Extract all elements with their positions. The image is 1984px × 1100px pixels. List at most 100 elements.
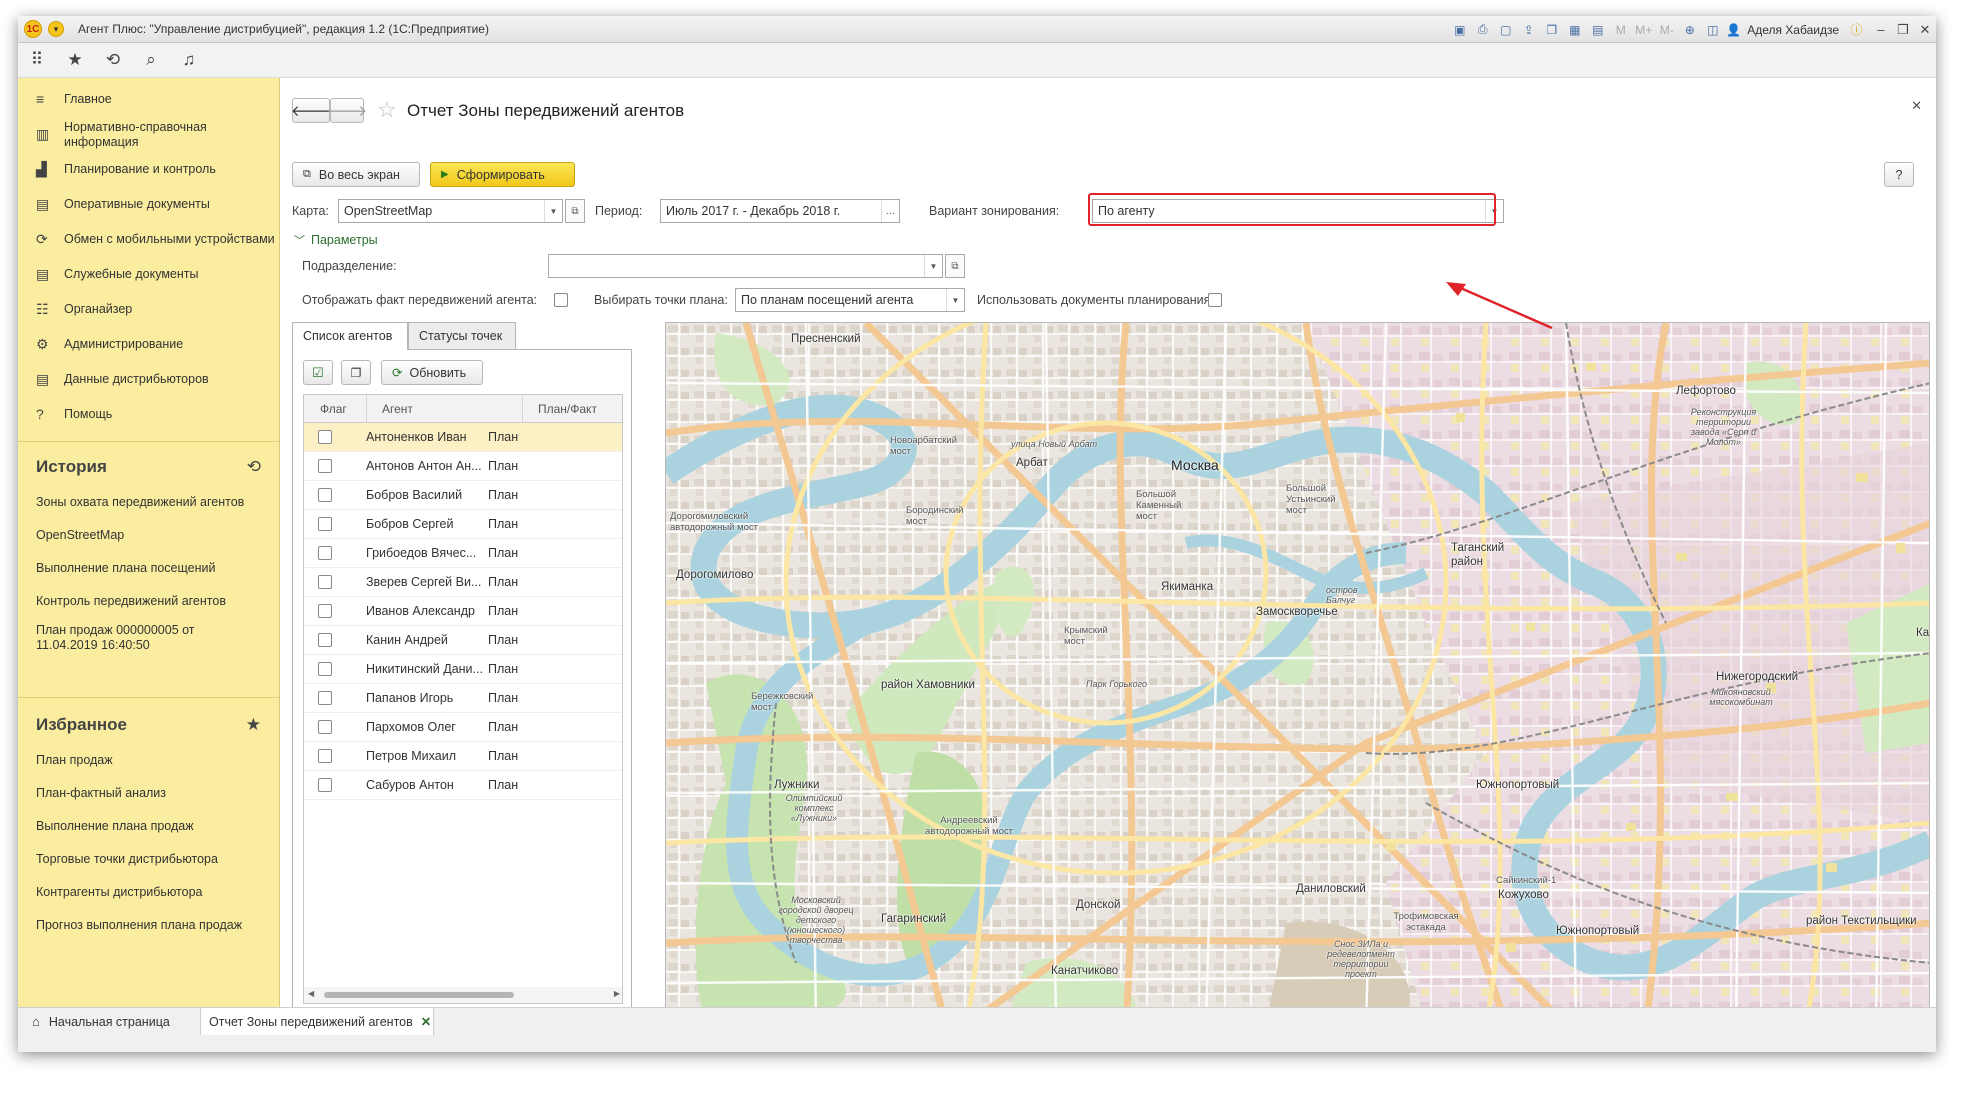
flag-checkbox[interactable] [318, 517, 332, 531]
star-icon[interactable]: ★ [246, 715, 261, 735]
chevron-down-icon[interactable]: ▼ [946, 289, 964, 311]
preview-icon[interactable]: ▢ [1496, 21, 1515, 38]
search-icon[interactable]: ⌕ [132, 43, 170, 78]
sidebar-item-planning[interactable]: ▟ Планирование и контроль [18, 152, 279, 187]
sections-grid-icon[interactable]: ⠿ [18, 43, 56, 78]
table-row[interactable]: Антонов Антон Ан... План [304, 452, 622, 481]
open-map-button[interactable]: ⧉ [565, 199, 585, 223]
fullscreen-button[interactable]: ⧉ Во весь экран [292, 162, 420, 187]
flag-checkbox[interactable] [318, 430, 332, 444]
table-row[interactable]: Иванов Александр План [304, 597, 622, 626]
uncheck-all-button[interactable]: ❐ [341, 360, 371, 385]
scroll-right-icon[interactable]: ▶ [614, 989, 620, 998]
sidebar-item-distributor-data[interactable]: ▤ Данные дистрибьюторов [18, 362, 279, 397]
flag-checkbox[interactable] [318, 720, 332, 734]
sidebar-item-reference[interactable]: ▥ Нормативно-справочная информация [18, 117, 279, 152]
table-row[interactable]: Папанов Игорь План [304, 684, 622, 713]
flag-checkbox[interactable] [318, 488, 332, 502]
column-header[interactable]: Флаг [320, 402, 347, 416]
subdivision-select[interactable]: ▼ [548, 254, 943, 278]
flag-checkbox[interactable] [318, 691, 332, 705]
params-toggle[interactable]: ﹀ Параметры [294, 232, 378, 248]
use-docs-checkbox[interactable] [1208, 293, 1222, 307]
history-item[interactable]: OpenStreetMap [18, 519, 279, 552]
chevron-down-icon[interactable]: ▼ [544, 200, 562, 222]
minimize-button[interactable]: – [1870, 20, 1892, 40]
column-header[interactable]: План/Факт [538, 402, 597, 416]
save-icon[interactable]: ▣ [1450, 21, 1469, 38]
table-row[interactable]: Пархомов Олег План [304, 713, 622, 742]
back-button[interactable]: 🡐 [291, 98, 331, 123]
show-fact-checkbox[interactable] [554, 293, 568, 307]
tab-agents-list[interactable]: Список агентов [292, 322, 408, 350]
info-icon[interactable]: ⓘ [1847, 21, 1866, 38]
sidebar-item-mobile-exchange[interactable]: ⟳ Обмен с мобильными устройствами [18, 222, 279, 257]
sidebar-item-help[interactable]: ? Помощь [18, 397, 279, 432]
favorites-star-icon[interactable]: ★ [56, 43, 94, 78]
sidebar-item-service-docs[interactable]: ▤ Служебные документы [18, 257, 279, 292]
mminus-icon[interactable]: M- [1657, 21, 1676, 38]
favorites-item[interactable]: Прогноз выполнения плана продаж [18, 909, 279, 942]
sidebar-item-admin[interactable]: ⚙ Администрирование [18, 327, 279, 362]
flag-checkbox[interactable] [318, 459, 332, 473]
open-subdivision-button[interactable]: ⧉ [945, 254, 965, 278]
tab-point-statuses[interactable]: Статусы точек [408, 322, 516, 349]
period-ellipsis-button[interactable]: … [881, 200, 899, 222]
favorites-item[interactable]: План-фактный анализ [18, 777, 279, 810]
check-all-button[interactable]: ☑ [303, 360, 333, 385]
table-row[interactable]: Канин Андрей План [304, 626, 622, 655]
table-row[interactable]: Грибоедов Вячес... План [304, 539, 622, 568]
user-name[interactable]: Аделя Хабаидзе [1747, 23, 1839, 37]
bell-icon[interactable]: ♫ [170, 43, 208, 78]
table-row[interactable]: Сабуров Антон План [304, 771, 622, 800]
flag-checkbox[interactable] [318, 749, 332, 763]
favorites-item[interactable]: Торговые точки дистрибьютора [18, 843, 279, 876]
map-select[interactable]: OpenStreetMap ▼ [338, 199, 563, 223]
favorites-item[interactable]: Контрагенты дистрибьютора [18, 876, 279, 909]
sidebar-item-operative-docs[interactable]: ▤ Оперативные документы [18, 187, 279, 222]
sidebar-item-organizer[interactable]: ☷ Органайзер [18, 292, 279, 327]
restore-button[interactable]: ❐ [1892, 20, 1914, 40]
copy-icon[interactable]: ❐ [1542, 21, 1561, 38]
main-menu-icon[interactable]: ▾ [48, 21, 64, 37]
scrollbar-thumb[interactable] [324, 992, 514, 998]
flag-checkbox[interactable] [318, 778, 332, 792]
table-row[interactable]: Зверев Сергей Ви... План [304, 568, 622, 597]
calc-icon[interactable]: ▦ [1565, 21, 1584, 38]
m-icon[interactable]: M [1611, 21, 1630, 38]
taskbar-home[interactable]: ⌂ Начальная страница [24, 1008, 196, 1035]
scroll-left-icon[interactable]: ◀ [308, 989, 314, 998]
flag-checkbox[interactable] [318, 604, 332, 618]
mplus-icon[interactable]: M+ [1634, 21, 1653, 38]
close-form-icon[interactable]: ✕ [1911, 98, 1922, 114]
generate-button[interactable]: ▶ Сформировать [430, 162, 575, 187]
calendar-icon[interactable]: ▤ [1588, 21, 1607, 38]
choose-points-select[interactable]: По планам посещений агента ▼ [735, 288, 965, 312]
table-row[interactable]: Бобров Василий План [304, 481, 622, 510]
print-icon[interactable]: ⎙ [1473, 21, 1492, 38]
table-row[interactable]: Петров Михаил План [304, 742, 622, 771]
history-item[interactable]: Выполнение плана посещений [18, 552, 279, 585]
table-row[interactable]: Никитинский Дани... План [304, 655, 622, 684]
flag-checkbox[interactable] [318, 546, 332, 560]
history-item[interactable]: Контроль передвижений агентов [18, 585, 279, 618]
flag-checkbox[interactable] [318, 662, 332, 676]
sidebar-item-main[interactable]: ≡ Главное [18, 82, 279, 117]
column-header[interactable]: Агент [382, 402, 413, 416]
favorite-star-icon[interactable]: ☆ [377, 97, 397, 123]
forward-button[interactable]: 🡒 [327, 98, 367, 123]
favorites-item[interactable]: План продаж [18, 744, 279, 777]
history-clock-icon[interactable]: ⟲ [247, 457, 261, 477]
help-button[interactable]: ? [1884, 162, 1914, 187]
history-icon[interactable]: ⟲ [94, 43, 132, 78]
chevron-down-icon[interactable]: ▼ [924, 255, 942, 277]
history-item[interactable]: Зоны охвата передвижений агентов [18, 486, 279, 519]
panel-icon[interactable]: ◫ [1703, 21, 1722, 38]
flag-checkbox[interactable] [318, 633, 332, 647]
horizontal-scrollbar[interactable]: ◀ ▶ [304, 987, 622, 1003]
period-field[interactable]: Июль 2017 г. - Декабрь 2018 г. … [660, 199, 900, 223]
taskbar-active-report[interactable]: Отчет Зоны передвижений агентов ✕ [200, 1008, 434, 1035]
table-row[interactable]: Антоненков Иван План [304, 423, 622, 452]
zoom-icon[interactable]: ⊕ [1680, 21, 1699, 38]
close-window-button[interactable]: ✕ [1914, 20, 1936, 40]
